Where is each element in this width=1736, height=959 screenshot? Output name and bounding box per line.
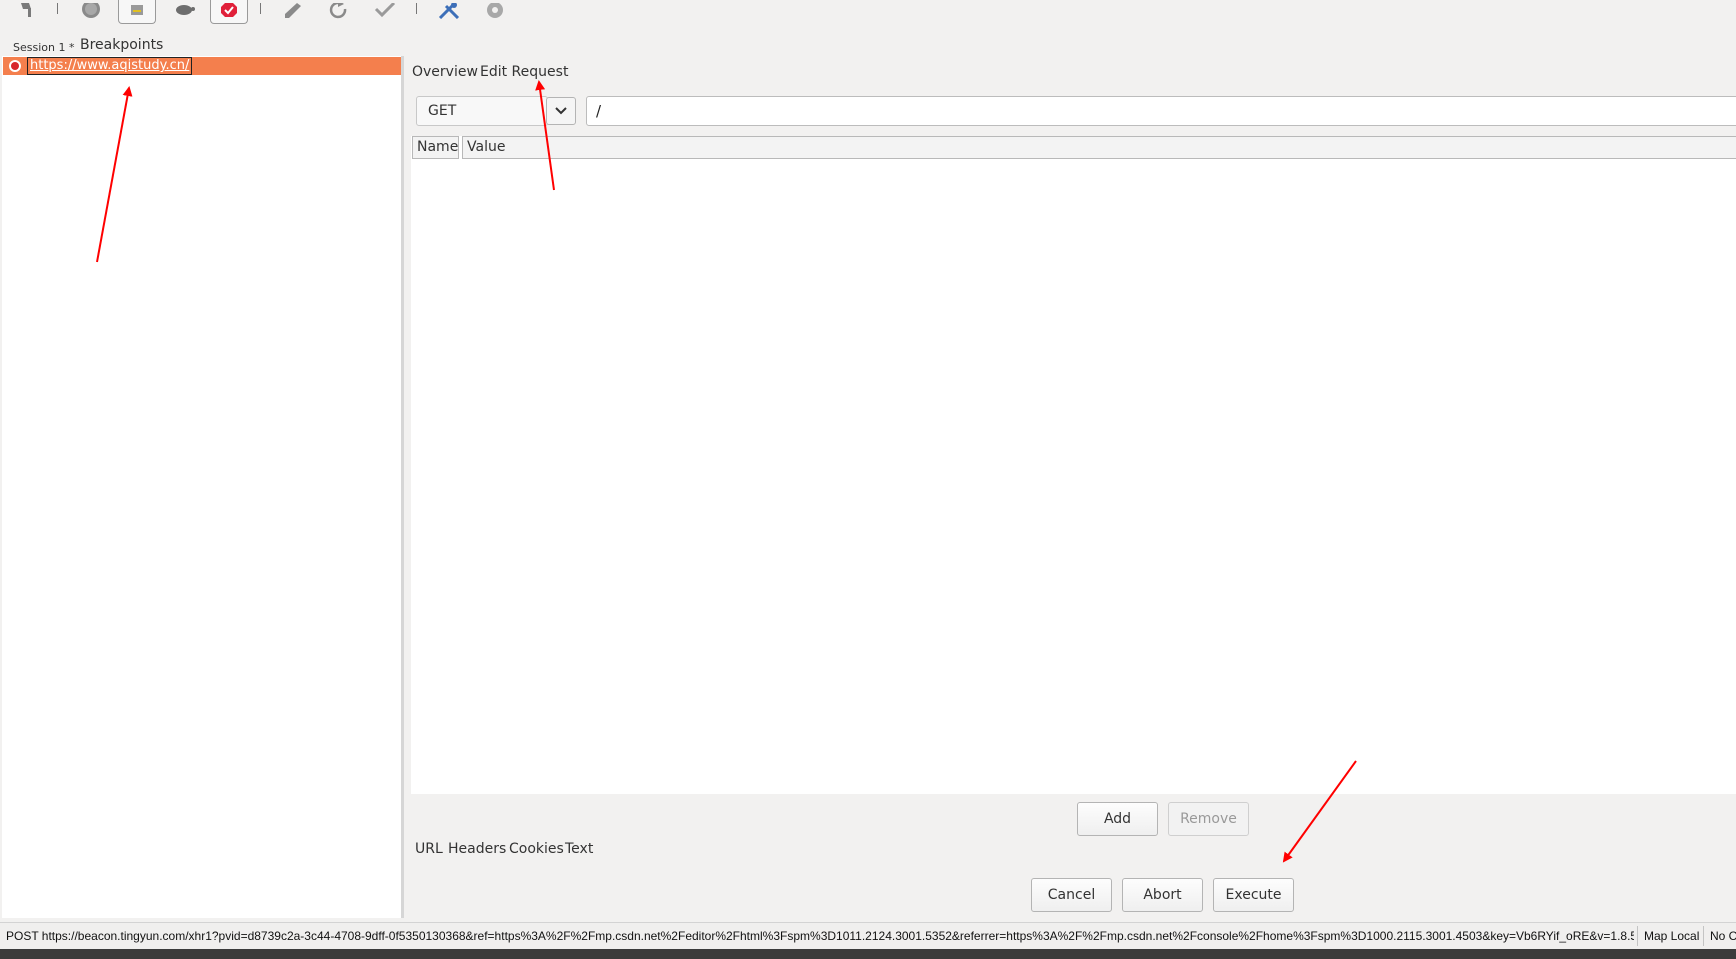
breakpoint-url[interactable]: https://www.aqistudy.cn/: [27, 57, 193, 75]
column-header-name[interactable]: Name: [412, 136, 459, 159]
status-text: POST https://beacon.tingyun.com/xhr1?pvi…: [6, 929, 1634, 943]
list-item[interactable]: https://www.aqistudy.cn/: [3, 57, 401, 75]
settings-gear-icon[interactable]: [480, 0, 510, 22]
cancel-button[interactable]: Cancel: [1031, 878, 1112, 912]
record-icon[interactable]: [76, 0, 106, 22]
repeat-refresh-icon[interactable]: [324, 0, 354, 22]
breakpoint-detail-panel: Overview Edit Request GET / Name Value A…: [405, 56, 1736, 918]
tab-edit-request[interactable]: Edit Request: [480, 64, 568, 80]
pen-compose-icon[interactable]: [278, 0, 308, 22]
params-table[interactable]: Name Value: [411, 136, 1736, 794]
subtab-url[interactable]: URL: [415, 841, 443, 857]
chevron-down-icon: [555, 107, 567, 115]
throttle-turtle-icon[interactable]: [169, 0, 199, 22]
add-button[interactable]: Add: [1077, 802, 1158, 836]
tab-breakpoints[interactable]: Breakpoints: [80, 37, 163, 53]
tab-overview[interactable]: Overview: [412, 64, 478, 80]
method-value: GET: [428, 103, 457, 119]
column-header-value[interactable]: Value: [462, 136, 1736, 159]
subtab-headers[interactable]: Headers: [448, 841, 506, 857]
status-bar: POST https://beacon.tingyun.com/xhr1?pvi…: [0, 922, 1736, 950]
execute-button[interactable]: Execute: [1213, 878, 1294, 912]
tools-icon[interactable]: [434, 0, 464, 22]
broom-icon[interactable]: [12, 0, 42, 22]
breakpoint-stop-icon[interactable]: [210, 0, 248, 24]
breakpoint-enabled-icon[interactable]: [9, 60, 21, 72]
status-map-local[interactable]: Map Local: [1637, 926, 1702, 946]
abort-button[interactable]: Abort: [1122, 878, 1203, 912]
subtab-text[interactable]: Text: [565, 841, 593, 857]
validate-check-icon[interactable]: [370, 0, 400, 22]
tab-session-1[interactable]: Session 1 *: [13, 41, 74, 54]
taskbar: [0, 949, 1736, 959]
path-input[interactable]: /: [586, 96, 1736, 126]
breakpoints-list: https://www.aqistudy.cn/: [2, 56, 404, 918]
method-select[interactable]: GET: [416, 96, 548, 126]
status-no-caching[interactable]: No C: [1703, 926, 1736, 946]
method-dropdown-button[interactable]: [546, 97, 576, 125]
subtab-cookies[interactable]: Cookies: [509, 841, 564, 857]
remove-button[interactable]: Remove: [1168, 802, 1249, 836]
toolbar: [0, 0, 1736, 30]
ssl-lock-icon[interactable]: [118, 0, 156, 24]
